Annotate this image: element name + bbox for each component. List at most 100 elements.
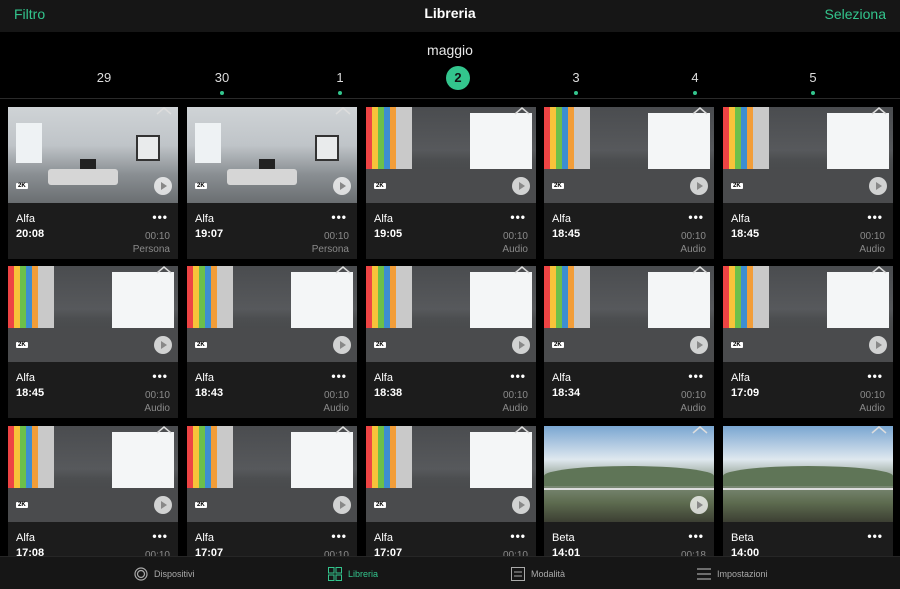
- play-icon[interactable]: [333, 177, 351, 195]
- tab-impostazioni[interactable]: Impostazioni: [697, 565, 768, 583]
- chevron-up-icon: [156, 426, 172, 434]
- more-options-button[interactable]: •••: [510, 369, 526, 383]
- more-options-button[interactable]: •••: [152, 529, 168, 543]
- clip-device-name: Alfa: [195, 372, 214, 384]
- clip-duration: 00:10: [502, 390, 528, 401]
- clip-thumbnail[interactable]: 2K: [544, 266, 714, 362]
- clip-card[interactable]: 2K Alfa 17:09 ••• 00:10 Audio: [723, 266, 893, 418]
- clip-card[interactable]: 2K Alfa 18:45 ••• 00:10 Audio: [544, 107, 714, 259]
- day-number: 1: [336, 70, 344, 85]
- clip-card[interactable]: 2K Alfa 18:43 ••• 00:10 Audio: [187, 266, 357, 418]
- more-options-button[interactable]: •••: [867, 369, 883, 383]
- clip-device-name: Alfa: [195, 213, 214, 225]
- day-5[interactable]: 5: [793, 66, 833, 95]
- play-icon[interactable]: [690, 177, 708, 195]
- clip-card[interactable]: 2K Alfa 17:07 ••• 00:10: [366, 426, 536, 556]
- day-29[interactable]: 29: [84, 66, 124, 90]
- clip-time: 17:08: [16, 547, 45, 556]
- clip-thumbnail[interactable]: 2K: [8, 426, 178, 522]
- clip-card[interactable]: 2K Alfa 17:07 ••• 00:10: [187, 426, 357, 556]
- chevron-up-icon: [514, 107, 530, 115]
- clip-thumbnail[interactable]: 2K: [8, 266, 178, 362]
- clip-thumbnail[interactable]: 2K: [187, 107, 357, 203]
- tab-modalità[interactable]: Modalità: [511, 565, 565, 583]
- day-4[interactable]: 4: [675, 66, 715, 95]
- day-number: 30: [214, 70, 230, 85]
- play-icon[interactable]: [154, 496, 172, 514]
- play-icon[interactable]: [690, 496, 708, 514]
- play-icon[interactable]: [869, 177, 887, 195]
- select-button[interactable]: Seleziona: [825, 6, 887, 22]
- more-options-button[interactable]: •••: [867, 210, 883, 224]
- more-options-button[interactable]: •••: [331, 369, 347, 383]
- clip-duration: 00:10: [859, 231, 885, 242]
- chevron-up-icon: [692, 107, 708, 115]
- clip-thumbnail[interactable]: 2K: [366, 426, 536, 522]
- play-icon[interactable]: [154, 336, 172, 354]
- resolution-badge: 2K: [195, 183, 207, 189]
- clip-thumbnail[interactable]: 2K: [187, 426, 357, 522]
- clip-device-name: Alfa: [374, 213, 393, 225]
- play-icon[interactable]: [154, 177, 172, 195]
- clip-duration: 00:10: [680, 231, 706, 242]
- play-icon[interactable]: [869, 336, 887, 354]
- day-2[interactable]: 2: [438, 66, 478, 90]
- more-options-button[interactable]: •••: [152, 210, 168, 224]
- more-options-button[interactable]: •••: [331, 210, 347, 224]
- clip-time: 20:08: [16, 228, 45, 240]
- clip-card[interactable]: 2K Alfa 18:45 ••• 00:10 Audio: [723, 107, 893, 259]
- day-3[interactable]: 3: [556, 66, 596, 95]
- clip-card[interactable]: 2K Alfa 19:07 ••• 00:10 Persona: [187, 107, 357, 259]
- clip-time: 19:05: [374, 228, 403, 240]
- play-icon[interactable]: [512, 336, 530, 354]
- clip-type: Audio: [680, 244, 706, 255]
- clip-thumbnail[interactable]: 2K: [187, 266, 357, 362]
- clip-card[interactable]: 2K Alfa 17:08 ••• 00:10: [8, 426, 178, 556]
- chevron-up-icon: [692, 426, 708, 434]
- more-options-button[interactable]: •••: [688, 210, 704, 224]
- clip-thumbnail[interactable]: 2K: [544, 107, 714, 203]
- clip-thumbnail[interactable]: 2K: [8, 107, 178, 203]
- menu-icon: [697, 567, 711, 581]
- clip-duration: 00:10: [144, 231, 170, 242]
- more-options-button[interactable]: •••: [510, 210, 526, 224]
- chevron-up-icon: [156, 266, 172, 274]
- tab-dispositivi[interactable]: Dispositivi: [134, 565, 195, 583]
- more-options-button[interactable]: •••: [510, 529, 526, 543]
- clip-card[interactable]: Beta 14:01 ••• 00:18: [544, 426, 714, 556]
- play-icon[interactable]: [333, 496, 351, 514]
- clip-card[interactable]: 2K Alfa 20:08 ••• 00:10 Persona: [8, 107, 178, 259]
- clip-thumbnail[interactable]: [723, 426, 893, 522]
- more-options-button[interactable]: •••: [867, 529, 883, 543]
- play-icon[interactable]: [333, 336, 351, 354]
- clip-info: Alfa 18:43 ••• 00:10 Audio: [187, 362, 357, 418]
- clip-info: Alfa 17:07 ••• 00:10: [187, 522, 357, 556]
- tab-libreria[interactable]: Libreria: [328, 565, 378, 583]
- resolution-badge: 2K: [731, 183, 743, 189]
- clip-card[interactable]: 2K Alfa 18:34 ••• 00:10 Audio: [544, 266, 714, 418]
- clip-duration: 00:10: [502, 231, 528, 242]
- play-icon[interactable]: [512, 496, 530, 514]
- more-options-button[interactable]: •••: [152, 369, 168, 383]
- clip-info: Alfa 19:05 ••• 00:10 Audio: [366, 203, 536, 259]
- play-icon[interactable]: [690, 336, 708, 354]
- resolution-badge: 2K: [16, 342, 28, 348]
- clip-thumbnail[interactable]: 2K: [366, 107, 536, 203]
- top-bar: Filtro Libreria Seleziona: [0, 0, 900, 32]
- more-options-button[interactable]: •••: [331, 529, 347, 543]
- clip-thumbnail[interactable]: [544, 426, 714, 522]
- clip-card[interactable]: Beta14:00•••Manuale: [723, 426, 893, 556]
- clip-thumbnail[interactable]: 2K: [366, 266, 536, 362]
- play-icon[interactable]: [512, 177, 530, 195]
- clip-thumbnail[interactable]: 2K: [723, 107, 893, 203]
- clip-card[interactable]: 2K Alfa 18:45 ••• 00:10 Audio: [8, 266, 178, 418]
- more-options-button[interactable]: •••: [688, 369, 704, 383]
- clip-card[interactable]: 2K Alfa 19:05 ••• 00:10 Audio: [366, 107, 536, 259]
- clip-card[interactable]: 2K Alfa 18:38 ••• 00:10 Audio: [366, 266, 536, 418]
- tab-bar: Dispositivi Libreria Modalità Impostazioni: [0, 556, 900, 589]
- more-options-button[interactable]: •••: [688, 529, 704, 543]
- day-1[interactable]: 1: [320, 66, 360, 95]
- day-30[interactable]: 30: [202, 66, 242, 95]
- clip-thumbnail[interactable]: 2K: [723, 266, 893, 362]
- clip-time: 18:45: [552, 228, 581, 240]
